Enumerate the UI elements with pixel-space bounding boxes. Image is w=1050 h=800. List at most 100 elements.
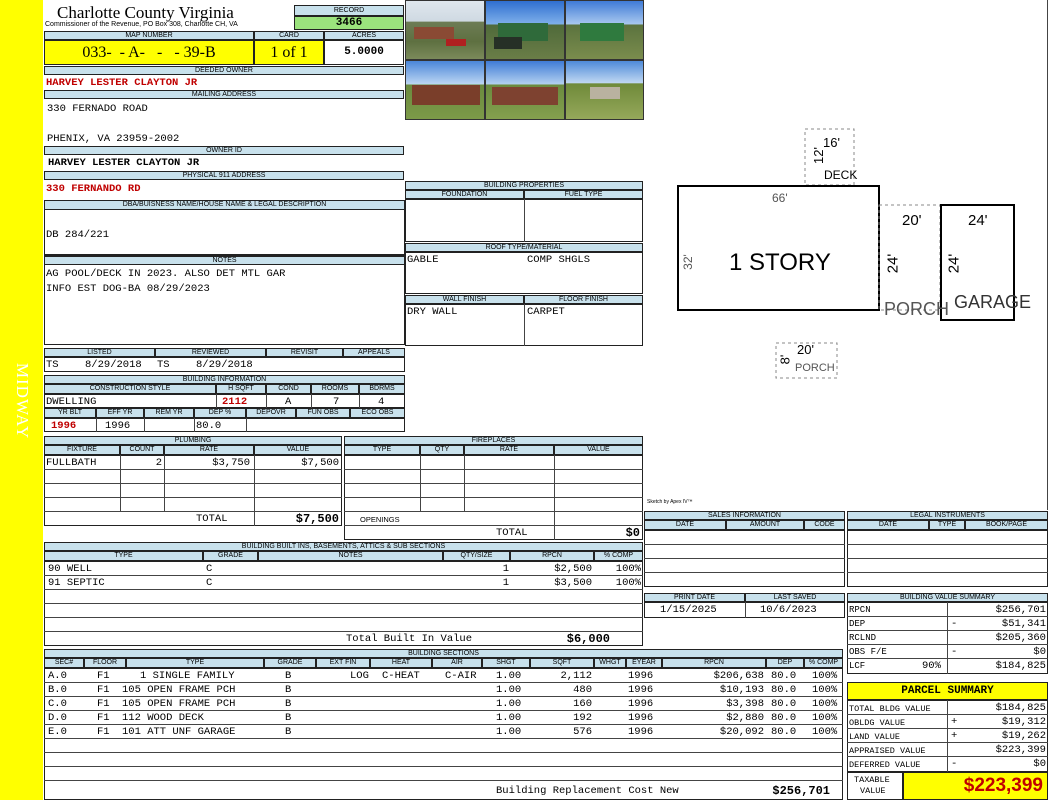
builtin-row1-comp: 100% [615,563,641,575]
construction-style: DWELLING [46,396,97,408]
notes-line1: AG POOL/DECK IN 2023. ALSO DET MTL GAR [46,268,286,280]
builtin-row2-grade: C [206,577,213,589]
sec-d-floor: F1 [97,712,110,724]
sec-b-sec: B.0 [48,684,67,696]
foundation-label: FOUNDATION [405,190,524,199]
vs-obs: $0 [1033,646,1046,658]
builtin-row1-type: 90 WELL [48,563,93,575]
house-height: 32' [680,254,695,270]
county-title: Charlotte County Virginia [57,3,234,22]
builtins-col-rpcn: RPCN [510,551,594,561]
builtins-label: BUILDING BUILT INS, BASEMENTS, ATTICS & … [44,542,643,551]
photo-3 [565,0,644,60]
sales-col-date: DATE [644,520,726,530]
roof-material: COMP SHGLS [527,254,591,266]
replacement-cost: $256,701 [772,784,830,798]
depovr-label: DEPOVR [246,408,296,418]
roof-type: GABLE [407,254,439,266]
fireplace-col-value: VALUE [554,445,643,455]
sales-col-amount: AMOUNT [726,520,804,530]
notes-line2: INFO EST DOG-BA 08/29/2023 [46,283,210,295]
sales-label: SALES INFORMATION [644,511,845,520]
sec-a-air: C-AIR [445,670,477,682]
sec-col-floor: FLOOR [84,658,126,668]
sec-e-grade: B [285,726,292,738]
acres-value: 5.0000 [324,40,404,65]
builtins-col-notes: NOTES [258,551,443,561]
map-number-label: MAP NUMBER [44,31,254,40]
sec-b-sqft: 480 [573,684,592,696]
fireplaces-label: FIREPLACES [344,436,643,445]
record-label: RECORD [294,5,404,16]
reviewed-date: 8/29/2018 [196,359,253,371]
taxable-value: $223,399 [903,772,1048,800]
deeded-owner-label: DEEDED OWNER [44,66,404,75]
sec-e-dep: 80.0 [771,726,797,738]
sec-b-grade: B [285,684,292,696]
vs-lcf-label: LCF [849,661,866,671]
sec-c-sqft: 160 [573,698,592,710]
sec-b-type: 105 OPEN FRAME PCH [122,684,236,696]
floor-finish-label: FLOOR FINISH [524,295,643,304]
vs-obs-label: OBS F/E [849,647,887,657]
house-label: 1 STORY [729,249,831,276]
bdrms-value: 4 [378,396,385,408]
sec-col-shgt: SHGT [482,658,530,668]
listed-label: LISTED [44,348,155,357]
vs-rpcn: $256,701 [995,604,1046,616]
sec-col-extfin: EXT FIN [316,658,370,668]
cond-value: A [285,396,292,408]
sec-d-eyear: 1996 [628,712,654,724]
sec-d-sqft: 192 [573,712,592,724]
legal-label: DBA/BUISNESS NAME/HOUSE NAME & LEGAL DES… [44,200,405,210]
sketch-credit: Sketch by Apex IV™ [647,499,693,505]
fireplace-col-type: TYPE [344,445,420,455]
plumbing-total: $7,500 [295,512,339,526]
vs-rclnd-label: RCLND [849,633,877,643]
sec-e-sqft: 576 [573,726,592,738]
garage-height: 24' [945,253,963,274]
plumbing-rate: $3,750 [212,457,250,469]
builtins-total: $6,000 [566,632,610,646]
sec-c-sec: C.0 [48,698,67,710]
photo-4 [405,60,485,120]
last-saved-label: LAST SAVED [745,593,845,602]
map-number: 033- - A- - - 39-B [44,40,254,65]
sec-col-comp: % COMP [804,658,843,668]
office-address: Commissioner of the Revenue, PO Box 308,… [45,21,238,28]
parcel-summary-label: PARCEL SUMMARY [847,682,1048,700]
notes-label: NOTES [44,256,405,265]
sec-a-sec: A.0 [48,670,67,682]
vs-rpcn-label: RPCN [849,605,871,615]
vs-lcf: $184,825 [995,660,1046,672]
sec-d-dep: 80.0 [771,712,797,724]
taxable-label-line2: VALUE [860,786,886,796]
sec-col-sqft: SQFT [530,658,594,668]
photo-5 [485,60,565,120]
owner-id-label: OWNER ID [44,146,404,155]
deeded-owner: HARVEY LESTER CLAYTON JR [46,77,198,89]
fuel-type-label: FUEL TYPE [524,190,643,199]
mailing-address-line2: PHENIX, VA 23959-2002 [47,133,180,145]
vs-dep-label: DEP [849,619,866,629]
builtin-row1-grade: C [206,563,213,575]
vs-lcf-pct: 90% [922,660,941,672]
sec-e-floor: F1 [97,726,110,738]
ps-obldg-label: OBLDG VALUE [849,718,906,728]
builtins-total-label: Total Built In Value [346,633,473,645]
plumbing-col-rate: RATE [164,445,254,455]
sec-b-floor: F1 [97,684,110,696]
photo-2 [485,0,565,60]
hsqft-value: 2112 [222,396,248,408]
revisit-label: REVISIT [266,348,343,357]
sec-c-eyear: 1996 [628,698,654,710]
sec-b-shgt: 1.00 [496,684,522,696]
physical-address-label: PHYSICAL 911 ADDRESS [44,171,404,180]
instruments-col-date: DATE [847,520,929,530]
garage-label: GARAGE [954,292,1032,312]
sec-e-shgt: 1.00 [496,726,522,738]
sec-e-eyear: 1996 [628,726,654,738]
builtin-row2-qty: 1 [502,577,509,589]
bdrms-label: BDRMS [359,384,405,394]
builtins-col-qty: QTY/SIZE [443,551,510,561]
